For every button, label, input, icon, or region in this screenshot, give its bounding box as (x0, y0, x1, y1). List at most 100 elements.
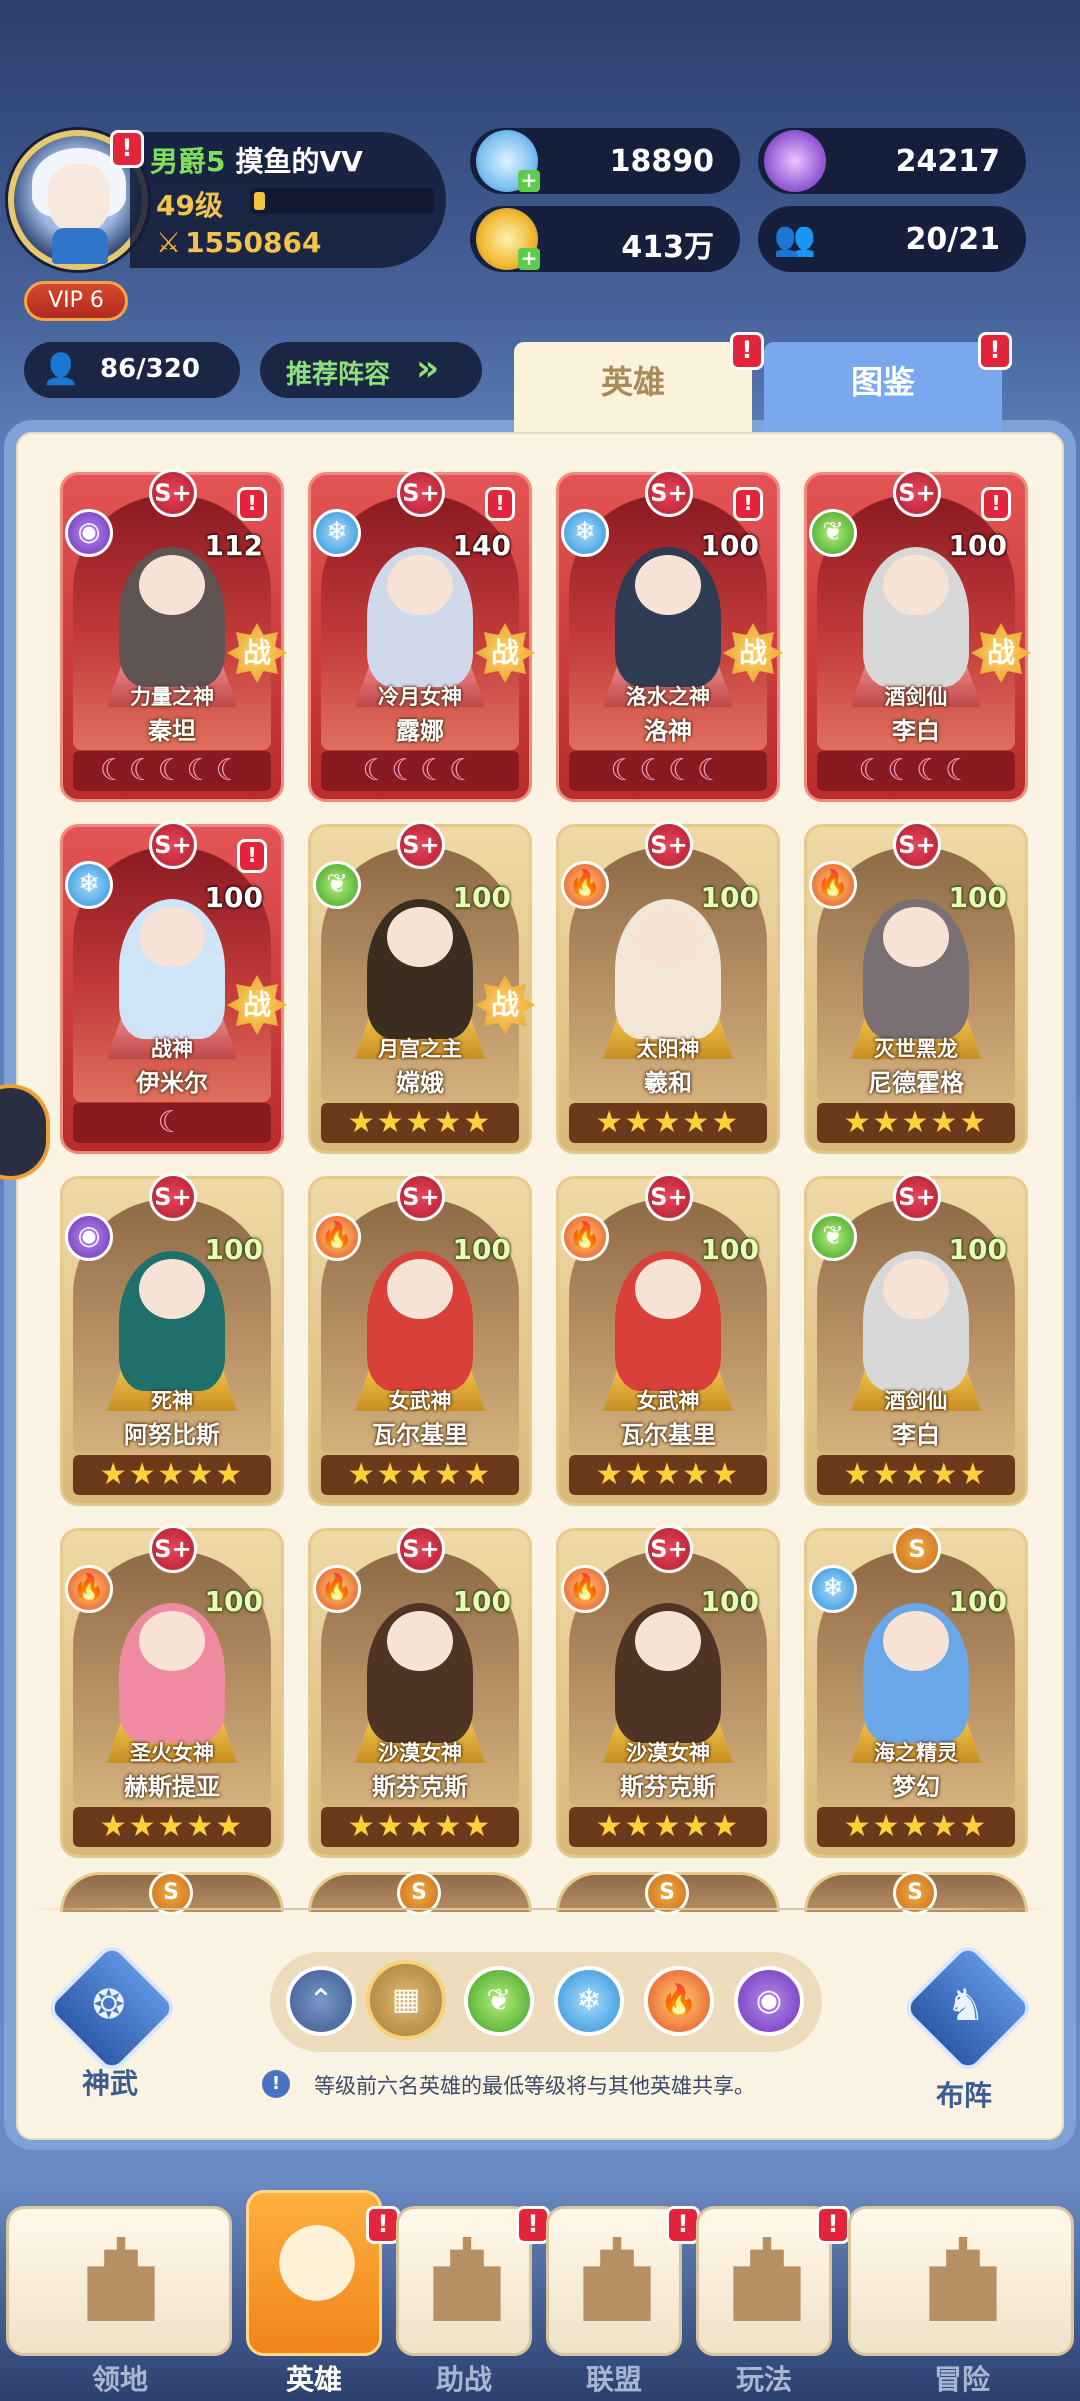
grade-badge: S+ (149, 1173, 197, 1221)
fire-element-icon: 🔥 (561, 1213, 609, 1261)
power-value: 1550864 (185, 226, 322, 259)
hero-card[interactable]: S+ 🔥 100 沙漠女神 斯芬克斯 ★★★★★ (556, 1525, 780, 1858)
hero-card[interactable]: S+ 🔥 100 太阳神 羲和 ★★★★★ (556, 821, 780, 1154)
hero-card[interactable]: S+ 🔥 100 灭世黑龙 尼德霍格 ★★★★★ (804, 821, 1028, 1154)
filter-fire-icon[interactable]: 🔥 (644, 1966, 714, 2036)
hero-card[interactable]: S+ 🔥 100 圣火女神 赫斯提亚 ★★★★★ (60, 1525, 284, 1858)
avatar-alert-badge: ! (110, 130, 144, 168)
grade-badge: S+ (893, 821, 941, 869)
hero-moons: ☾☾☾☾ (321, 751, 519, 791)
hero-card[interactable]: S+ ❄ 140 ! 战 冷月女神 露娜 ☾☾☾☾ (308, 469, 535, 802)
grade-badge: S+ (149, 1525, 197, 1573)
filter-all-icon[interactable]: ▦ (366, 1960, 446, 2040)
hero-title: 太阳神 (636, 1037, 700, 1061)
hero-level: 100 (700, 1585, 759, 1618)
hero-alert-badge: ! (237, 839, 267, 873)
nav-label: 联盟 (585, 2363, 642, 2396)
team-value: 20/21 (905, 222, 1000, 257)
in-battle-badge: 战 (971, 623, 1031, 683)
in-battle-badge: 战 (475, 975, 535, 1035)
hero-name: 斯芬克斯 (620, 1773, 716, 1801)
hero-card-partial[interactable]: S (556, 1871, 780, 1915)
hero-face (387, 1259, 453, 1319)
hero-face (139, 555, 205, 615)
recommend-lineup-button[interactable]: 推荐阵容 » (260, 342, 482, 398)
grade-badge: S+ (893, 469, 941, 517)
hero-name: 斯芬克斯 (372, 1773, 468, 1801)
hero-name: 嫦娥 (396, 1069, 444, 1097)
nav-item-3[interactable] (546, 2206, 682, 2356)
hero-moons: ☾☾☾☾ (569, 751, 767, 791)
hero-count-pill[interactable]: 👤 86/320 (24, 342, 240, 398)
hero-name: 秦坦 (148, 717, 196, 745)
hero-card[interactable]: S+ ❦ 100 战 月宫之主 嫦娥 ★★★★★ (308, 821, 535, 1154)
hero-title: 沙漠女神 (378, 1741, 462, 1765)
hero-name: 李白 (892, 717, 940, 745)
filter-nature-icon[interactable]: ❦ (464, 1966, 534, 2036)
nav-item-0[interactable] (6, 2206, 232, 2356)
hero-title: 女武神 (388, 1389, 452, 1413)
hero-name: 阿努比斯 (124, 1421, 220, 1449)
nav-item-4[interactable] (696, 2206, 832, 2356)
hero-card-partial[interactable]: S (60, 1871, 284, 1915)
hero-face (883, 1259, 949, 1319)
hero-card[interactable]: S+ ◉ 100 死神 阿努比斯 ★★★★★ (60, 1173, 284, 1506)
grade-badge: S+ (893, 1173, 941, 1221)
hero-level: 100 (700, 1233, 759, 1266)
crystal-resource[interactable]: + 18890 (470, 128, 740, 194)
nav-alert-badge: ! (666, 2206, 700, 2244)
tab-codex[interactable]: 图鉴 (764, 342, 1002, 440)
hero-card-partial[interactable]: S (804, 1871, 1028, 1915)
plus-icon[interactable]: + (518, 170, 540, 192)
hero-card[interactable]: S+ ❄ 100 ! 战 战神 伊米尔 ☾ (60, 821, 287, 1154)
hero-alert-badge: ! (981, 487, 1011, 521)
in-battle-badge: 战 (227, 623, 287, 683)
filter-ice-icon[interactable]: ❄ (554, 1966, 624, 2036)
winged-shield-icon: ❂ (92, 1982, 126, 2028)
nav-alert-badge: ! (816, 2206, 850, 2244)
hero-card[interactable]: S+ 🔥 100 女武神 瓦尔基里 ★★★★★ (308, 1173, 532, 1506)
hero-title: 死神 (151, 1389, 193, 1413)
hero-title: 月宫之主 (378, 1037, 462, 1061)
hero-name: 尼德霍格 (868, 1069, 964, 1097)
fire-element-icon: 🔥 (809, 861, 857, 909)
hero-card-partial[interactable]: S (308, 1871, 532, 1915)
player-power: ⚔ 1550864 (156, 226, 322, 259)
gold-resource[interactable]: + 413万 (470, 206, 740, 272)
filter-upgrade-icon[interactable]: ⌃ (286, 1966, 356, 2036)
team-resource[interactable]: 👥 20/21 (758, 206, 1026, 272)
hero-card[interactable]: S+ 🔥 100 女武神 瓦尔基里 ★★★★★ (556, 1173, 780, 1506)
hero-name: 梦幻 (892, 1773, 940, 1801)
nav-alert-badge: ! (516, 2206, 550, 2244)
hero-card[interactable]: S+ ◉ 112 ! 战 力量之神 秦坦 ☾☾☾☾☾ (60, 469, 287, 802)
hero-card[interactable]: S+ ❦ 100 酒剑仙 李白 ★★★★★ (804, 1173, 1028, 1506)
hero-level: 100 (948, 529, 1007, 562)
hero-card[interactable]: S+ 🔥 100 沙漠女神 斯芬克斯 ★★★★★ (308, 1525, 532, 1858)
player-level: 49级 (156, 189, 223, 222)
tab-heroes[interactable]: 英雄 (514, 342, 752, 440)
hero-stars: ★★★★★ (321, 1455, 519, 1495)
hero-stars: ★★★★★ (817, 1807, 1015, 1847)
nav-item-2[interactable] (396, 2206, 532, 2356)
hero-card[interactable]: S+ ❄ 100 ! 战 洛水之神 洛神 ☾☾☾☾ (556, 469, 783, 802)
plus-icon[interactable]: + (518, 248, 540, 270)
nav-item-1[interactable] (246, 2190, 382, 2356)
hero-alert-badge: ! (733, 487, 763, 521)
chess-knight-icon: ♞ (946, 1980, 986, 2031)
orb-resource[interactable]: 24217 (758, 128, 1026, 194)
filter-dark-icon[interactable]: ◉ (734, 1966, 804, 2036)
hero-name: 赫斯提亚 (124, 1773, 220, 1801)
hero-card[interactable]: S ❄ 100 海之精灵 梦幻 ★★★★★ (804, 1525, 1028, 1858)
vip-badge[interactable]: VIP 6 (24, 281, 128, 321)
hero-level: 100 (452, 1585, 511, 1618)
hero-card[interactable]: S+ ❦ 100 ! 战 酒剑仙 李白 ☾☾☾☾ (804, 469, 1031, 802)
dark-element-icon: ◉ (65, 509, 113, 557)
formation-label: 布阵 (936, 2079, 993, 2112)
nav-label: 冒险 (933, 2363, 990, 2396)
nav-item-5[interactable] (848, 2206, 1074, 2356)
nav-label: 英雄 (285, 2363, 342, 2396)
castle-icon (87, 2237, 155, 2321)
hero-face (387, 1611, 453, 1671)
grade-badge: S+ (149, 469, 197, 517)
hero-face (139, 1259, 205, 1319)
